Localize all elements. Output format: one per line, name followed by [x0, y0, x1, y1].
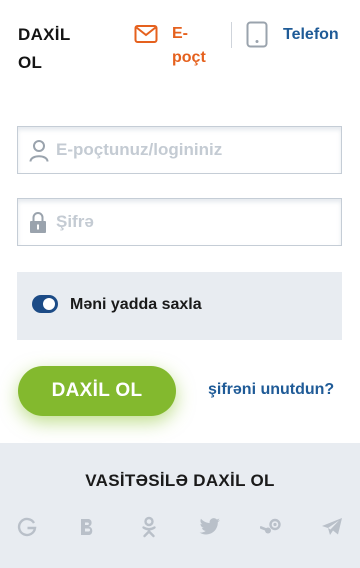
- envelope-icon: [134, 25, 158, 43]
- tab-phone[interactable]: Telefon: [246, 21, 356, 49]
- phone-icon: [246, 21, 268, 48]
- login-header: DAXİL OL E- poçt Telefon: [0, 0, 360, 90]
- page-title-line1: DAXİL: [18, 25, 71, 44]
- remember-me-panel: Məni yadda saxla: [17, 272, 342, 340]
- google-icon[interactable]: [15, 515, 39, 539]
- login-field: [17, 126, 342, 174]
- user-icon: [29, 140, 49, 162]
- odnoklassniki-icon[interactable]: [137, 515, 161, 539]
- social-login-panel: VASİTƏSİLƏ DAXİL OL: [0, 443, 360, 568]
- lock-icon: [30, 212, 46, 233]
- password-input[interactable]: [56, 199, 336, 245]
- tab-email-label: E- poçt: [172, 22, 217, 70]
- tab-email-label-line2: poçt: [172, 49, 206, 66]
- remember-me-toggle[interactable]: [32, 295, 58, 313]
- steam-icon[interactable]: [259, 515, 283, 539]
- login-button[interactable]: DAXİL OL: [18, 366, 176, 416]
- password-field: [17, 198, 342, 246]
- remember-me-label[interactable]: Məni yadda saxla: [70, 295, 202, 315]
- tab-email-label-line1: E-: [172, 25, 188, 42]
- twitter-icon[interactable]: [198, 515, 222, 539]
- page-title: DAXİL OL: [18, 21, 88, 77]
- social-login-title: VASİTƏSİLƏ DAXİL OL: [85, 471, 275, 490]
- tab-divider: [231, 22, 232, 48]
- telegram-icon[interactable]: [320, 515, 344, 539]
- tab-email[interactable]: E- poçt: [134, 22, 224, 76]
- tab-phone-label: Telefon: [283, 26, 339, 43]
- login-input[interactable]: [56, 127, 336, 173]
- page-title-line2: OL: [18, 53, 43, 72]
- toggle-knob: [43, 298, 55, 310]
- vk-icon[interactable]: [76, 515, 100, 539]
- forgot-password-link[interactable]: şifrəni unutdun?: [208, 380, 334, 400]
